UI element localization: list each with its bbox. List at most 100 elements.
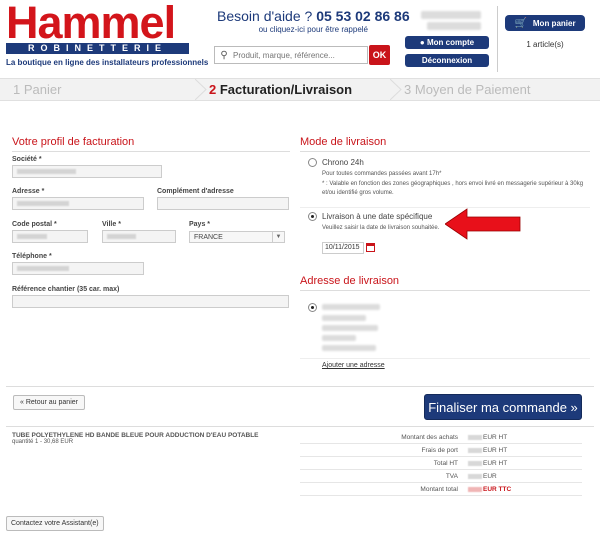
address-line-redacted — [322, 325, 378, 331]
logo[interactable]: Hammel — [6, 0, 176, 45]
reference-label: Référence chantier (35 car. max) — [12, 286, 120, 293]
totals-label: Frais de port — [421, 447, 459, 454]
cart-button-label: Mon panier — [532, 18, 576, 28]
shipping-address-radio[interactable] — [308, 303, 317, 312]
search-icon: ⚲ — [220, 49, 228, 61]
phone-label: Téléphone * — [12, 253, 52, 260]
delivery-date-input[interactable]: 10/11/2015 — [322, 242, 364, 254]
divider — [300, 358, 590, 359]
user-icon: ● — [419, 38, 427, 47]
totals-row: Frais de port EUR HT — [300, 444, 582, 457]
city-field[interactable] — [102, 230, 176, 243]
totals-label: Montant des achats — [401, 434, 458, 441]
address-line-redacted — [322, 345, 376, 351]
company-label: Société * — [12, 156, 42, 163]
help-block[interactable]: Besoin d'aide ? 05 53 02 86 86 ou clique… — [217, 8, 410, 34]
chrono-radio[interactable] — [308, 158, 317, 167]
specific-date-desc: Veuillez saisir la date de livraison sou… — [322, 225, 440, 231]
totals-value: EUR — [468, 473, 497, 480]
tagline: La boutique en ligne des installateurs p… — [6, 58, 209, 67]
contact-assistant-button[interactable]: Contactez votre Assistant(e) — [6, 516, 104, 531]
product-detail: quantité 1 - 30,68 EUR — [12, 439, 74, 445]
help-phone: 05 53 02 86 86 — [316, 8, 410, 24]
step-number: 3 — [404, 82, 412, 97]
chrono-note: * : Valable en fonction des zones géogra… — [322, 181, 584, 187]
totals-value: EUR HT — [468, 460, 507, 467]
step-cart[interactable]: 1 Panier — [13, 82, 61, 97]
reference-field[interactable] — [12, 295, 289, 308]
account-button-label: Mon compte — [426, 38, 475, 47]
city-label: Ville * — [102, 221, 121, 228]
step-label: Moyen de Paiement — [414, 82, 531, 97]
postcode-label: Code postal * — [12, 221, 57, 228]
chrono-desc: Pour toutes commandes passées avant 17h* — [322, 171, 442, 177]
totals-label: Total HT — [433, 460, 458, 467]
step-number: 1 — [13, 82, 21, 97]
checkout-steps: 1 Panier 2 Facturation/Livraison 3 Moyen… — [0, 78, 600, 101]
callback-link[interactable]: ou cliquez-ici pour être rappelé — [217, 25, 410, 34]
chrono-note-2: et/ou identifié gros volume. — [322, 190, 394, 196]
company-field[interactable] — [12, 165, 162, 178]
logo-subtitle: ROBINETTERIE — [6, 43, 189, 54]
phone-field[interactable] — [12, 262, 144, 275]
address-field[interactable] — [12, 197, 144, 210]
account-name-redacted — [421, 11, 481, 19]
step-payment: 3 Moyen de Paiement — [404, 82, 530, 97]
search-box: ⚲ — [214, 46, 368, 64]
specific-date-radio[interactable] — [308, 212, 317, 221]
calendar-icon[interactable] — [366, 243, 375, 252]
cart-count: 1 article(s) — [526, 40, 564, 49]
address-label: Adresse * — [12, 188, 45, 195]
totals-label: Montant total — [420, 486, 458, 493]
step-billing-delivery: 2 Facturation/Livraison — [209, 82, 352, 97]
specific-date-title: Livraison à une date spécifique — [322, 212, 433, 221]
cart-icon: 🛒 — [514, 17, 527, 29]
totals-value: EUR TTC — [468, 486, 511, 493]
finalize-order-button[interactable]: Finaliser ma commande » — [424, 394, 582, 420]
totals-row: Total HT EUR HT — [300, 457, 582, 470]
chevron-right-icon — [195, 79, 207, 100]
header: Hammel ROBINETTERIE La boutique en ligne… — [0, 0, 600, 76]
divider — [300, 151, 590, 152]
account-block: ● Mon compte Déconnexion — [405, 8, 489, 67]
add-address-link[interactable]: Ajouter une adresse — [322, 362, 385, 369]
country-value: FRANCE — [194, 234, 223, 241]
account-id-redacted — [427, 22, 481, 30]
divider — [6, 426, 594, 427]
help-title: Besoin d'aide ? 05 53 02 86 86 — [217, 8, 410, 24]
postcode-field[interactable] — [12, 230, 88, 243]
address2-field[interactable] — [157, 197, 289, 210]
shipping-title: Adresse de livraison — [300, 275, 400, 287]
chrono-title: Chrono 24h — [322, 158, 364, 167]
back-to-cart-button[interactable]: « Retour au panier — [13, 395, 85, 410]
address-line-redacted — [322, 304, 380, 310]
country-label: Pays * — [189, 221, 211, 228]
cart-button[interactable]: 🛒 Mon panier — [505, 15, 585, 31]
country-select[interactable]: FRANCE ▼ — [189, 231, 285, 243]
search-button[interactable]: OK — [369, 45, 390, 65]
step-label: Facturation/Livraison — [219, 82, 353, 97]
delivery-title: Mode de livraison — [300, 136, 387, 148]
product-name: TUBE POLYETHYLENE HD BANDE BLEUE POUR AD… — [12, 432, 259, 439]
chevron-right-icon — [390, 79, 402, 100]
help-prefix: Besoin d'aide ? — [217, 8, 313, 24]
address-line-redacted — [322, 315, 366, 321]
product-summary: TUBE POLYETHYLENE HD BANDE BLEUE POUR AD… — [12, 432, 259, 445]
step-number: 2 — [209, 82, 217, 97]
totals-value: EUR HT — [468, 447, 507, 454]
arrow-annotation-icon — [445, 208, 521, 240]
totals-label: TVA — [445, 473, 458, 480]
account-button[interactable]: ● Mon compte — [405, 36, 489, 49]
totals-row: Montant des achats EUR HT — [300, 431, 582, 444]
address2-label: Complément d'adresse — [157, 188, 234, 195]
divider — [6, 386, 594, 387]
totals-row-grand-total: Montant total EUR TTC — [300, 483, 582, 496]
totals-row: TVA EUR — [300, 470, 582, 483]
logout-button[interactable]: Déconnexion — [405, 54, 489, 67]
step-label: Panier — [23, 82, 62, 97]
search-input[interactable] — [233, 50, 363, 60]
billing-title: Votre profil de facturation — [12, 136, 135, 148]
address-line-redacted — [322, 335, 356, 341]
header-divider — [497, 6, 498, 72]
totals-value: EUR HT — [468, 434, 507, 441]
